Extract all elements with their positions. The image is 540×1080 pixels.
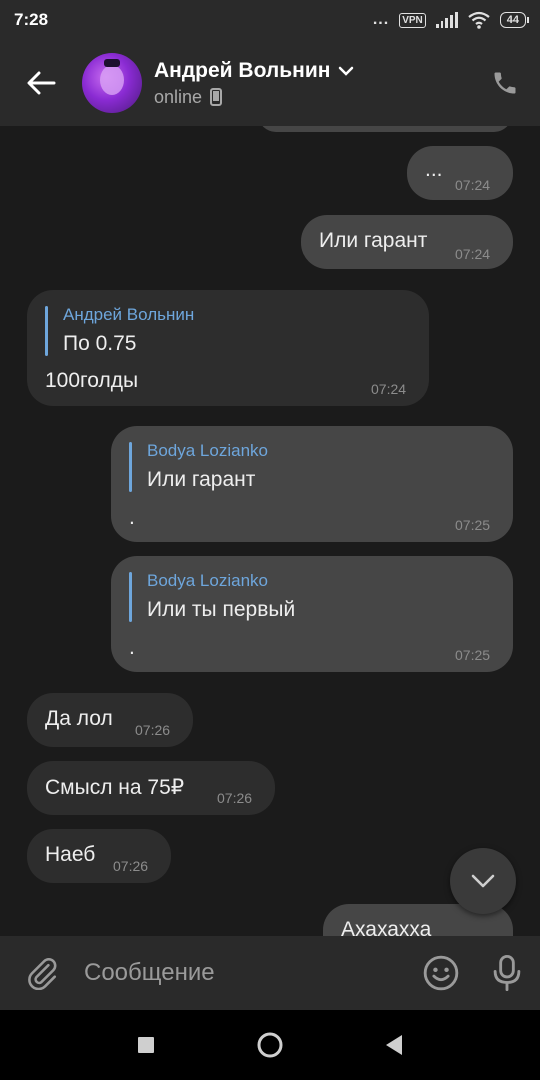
message-text: Наеб: [45, 843, 96, 866]
message-bubble[interactable]: Андрей Вольнин По 0.75 100голды 07:24: [27, 290, 429, 406]
reply-quote-bar: [45, 306, 48, 356]
home-button[interactable]: [250, 1025, 290, 1065]
voice-button[interactable]: [474, 936, 540, 1010]
circle-icon: [257, 1032, 283, 1058]
emoji-button[interactable]: [408, 936, 474, 1010]
paperclip-icon: [28, 958, 57, 990]
chevron-down-icon: [471, 874, 495, 888]
message-text: Ахахахха: [341, 918, 432, 936]
message-bubble[interactable]: Bodya Lozianko Или ты первый . 07:25: [111, 556, 513, 672]
message-text: .: [129, 506, 135, 529]
wifi-icon: [468, 11, 490, 29]
message-input[interactable]: [84, 943, 408, 1003]
message-time: 07:26: [135, 722, 171, 738]
contact-status: online: [154, 86, 203, 107]
status-bar: 7:28 ... VPN 44: [0, 0, 540, 40]
battery-icon: 44: [499, 12, 530, 28]
attach-button[interactable]: [0, 936, 84, 1010]
reply-quote-bar: [129, 572, 132, 622]
reply-quote-bar: [129, 442, 132, 492]
reply-author: Bodya Lozianko: [147, 571, 268, 590]
system-nav-bar: [0, 1010, 540, 1080]
phone-device-icon: [210, 88, 223, 106]
message-bubble[interactable]: ... 07:24: [407, 146, 513, 200]
message-text: 100голды: [45, 369, 139, 392]
message-text: Или гарант: [319, 229, 428, 252]
call-button[interactable]: [470, 40, 540, 126]
chat-header: Андрей Вольнин online: [0, 40, 540, 126]
smiley-icon: [423, 955, 459, 991]
avatar[interactable]: [82, 53, 142, 113]
status-time: 7:28: [14, 10, 49, 29]
message-time: 07:24: [455, 177, 491, 193]
message-time: 07:25: [455, 517, 491, 533]
message-time: 07:26: [113, 858, 149, 874]
square-icon: [138, 1037, 154, 1053]
vpn-icon: VPN: [399, 12, 426, 28]
notification-dots: ...: [372, 11, 390, 28]
message-bubble[interactable]: Смысл на 75₽ 07:26: [27, 761, 275, 815]
contact-status-row: online: [154, 87, 354, 108]
message-time: 07:24: [455, 246, 491, 262]
contact-name: Андрей Вольнин: [154, 58, 331, 82]
contact-info[interactable]: Андрей Вольнин online: [154, 59, 354, 108]
microphone-icon: [493, 954, 521, 992]
message-list[interactable]: ... 07:24 Или гарант 07:24 Андрей Вольни…: [0, 126, 540, 936]
message-bubble[interactable]: Или гарант 07:24: [301, 215, 513, 269]
recents-button[interactable]: [126, 1025, 166, 1065]
message-time: 07:24: [371, 381, 407, 397]
reply-author: Андрей Вольнин: [63, 305, 195, 324]
nav-back-button[interactable]: [374, 1025, 414, 1065]
message-bubble[interactable]: Наеб 07:26: [27, 829, 171, 883]
triangle-back-icon: [386, 1035, 402, 1055]
message-text: Смысл на 75₽: [45, 776, 185, 799]
reply-author: Bodya Lozianko: [147, 441, 268, 460]
reply-text: Или ты первый: [147, 598, 296, 621]
signal-icon: [435, 12, 458, 28]
message-bubble[interactable]: Да лол 07:26: [27, 693, 193, 747]
message-bubble-partial[interactable]: [258, 126, 512, 132]
status-icons: ... VPN 44: [372, 11, 530, 29]
message-time: 07:26: [217, 790, 253, 806]
composer: [0, 936, 540, 1010]
message-time: 07:25: [455, 647, 491, 663]
reply-text: Или гарант: [147, 468, 256, 491]
back-arrow-icon: [27, 71, 56, 95]
message-text: ...: [425, 158, 443, 181]
chevron-down-icon: [339, 66, 354, 76]
contact-name-row: Андрей Вольнин: [154, 59, 354, 83]
message-text: .: [129, 636, 135, 659]
message-text: Да лол: [45, 707, 113, 730]
message-bubble[interactable]: Bodya Lozianko Или гарант . 07:25: [111, 426, 513, 542]
back-button[interactable]: [0, 40, 82, 126]
reply-text: По 0.75: [63, 332, 137, 355]
scroll-down-button[interactable]: [450, 848, 516, 914]
phone-icon: [494, 72, 516, 94]
